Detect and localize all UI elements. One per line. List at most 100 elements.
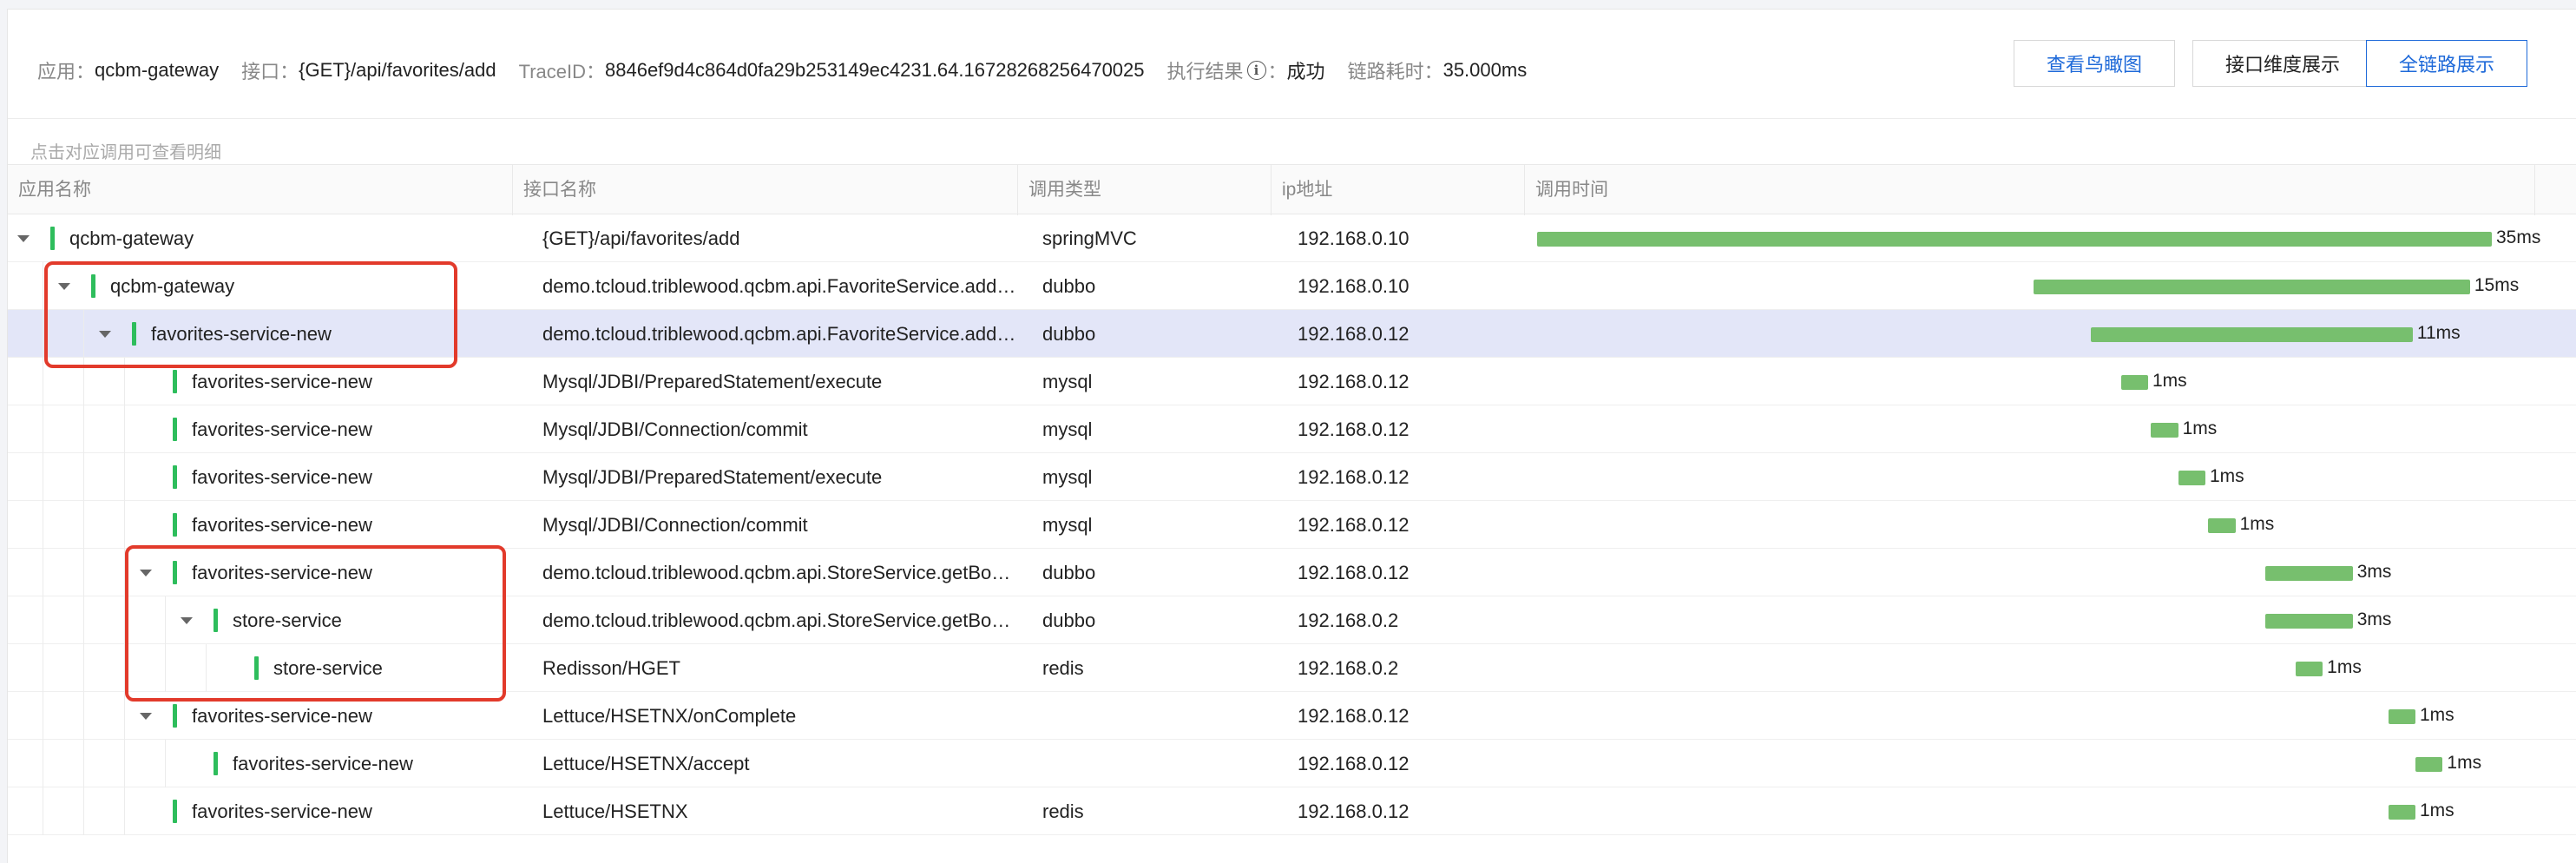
duration-label: 1ms bbox=[2447, 753, 2482, 773]
app-status-marker bbox=[173, 465, 177, 489]
table-row[interactable]: favorites-service-new Mysql/JDBI/Prepared… bbox=[8, 358, 2576, 405]
row-ip-address: 192.168.0.12 bbox=[1298, 800, 1410, 822]
tree-guide-line bbox=[124, 596, 125, 644]
table-row[interactable]: store-service Redisson/HGET redis 192.168.0… bbox=[8, 644, 2576, 692]
result-key: 执行结果 bbox=[1166, 61, 1244, 82]
table-row[interactable]: favorites-service-new Lettuce/HSETNX/acce… bbox=[8, 740, 2576, 787]
tree-guide-line bbox=[83, 453, 84, 501]
table-row[interactable]: favorites-service-new demo.tcloud.triblew… bbox=[8, 549, 2576, 596]
tree-guide-line bbox=[83, 501, 84, 549]
duration-label: 3ms bbox=[2356, 562, 2392, 582]
table-row[interactable]: favorites-service-new demo.tcloud.triblew… bbox=[8, 310, 2576, 358]
row-call-type: mysql bbox=[1042, 418, 1093, 440]
table-row[interactable]: store-service demo.tcloud.triblewood.qcbm… bbox=[8, 596, 2576, 644]
column-api: 接口名称 bbox=[513, 165, 1018, 215]
expand-caret-icon[interactable] bbox=[58, 283, 70, 290]
table-row[interactable]: favorites-service-new Mysql/JDBI/Connecti… bbox=[8, 405, 2576, 453]
duration-label: 1ms bbox=[2182, 418, 2218, 438]
row-api-name: Lettuce/HSETNX/onComplete bbox=[542, 705, 797, 727]
app-status-marker bbox=[91, 274, 95, 298]
trace-detail-panel: 应用： qcbm-gateway 接口： {GET}/api/favorites… bbox=[7, 9, 2576, 863]
traceid-value: 8846ef9d4c864d0fa29b253149ec4231.64.1672… bbox=[605, 59, 1145, 81]
interface-view-button[interactable]: 接口维度展示 bbox=[2192, 40, 2373, 87]
table-row[interactable]: favorites-service-new Mysql/JDBI/Connecti… bbox=[8, 501, 2576, 549]
duration-bar[interactable] bbox=[2208, 518, 2236, 533]
app-status-marker bbox=[173, 418, 177, 441]
duration-bar[interactable] bbox=[2151, 423, 2178, 438]
tree-guide-line bbox=[165, 644, 166, 692]
row-call-type: dubbo bbox=[1042, 562, 1096, 583]
row-ip-address: 192.168.0.10 bbox=[1298, 227, 1410, 249]
table-row[interactable]: favorites-service-new Lettuce/HSETNX/onCo… bbox=[8, 692, 2576, 740]
column-ip: ip地址 bbox=[1272, 165, 1525, 215]
row-api-name: Mysql/JDBI/PreparedStatement/execute bbox=[542, 466, 883, 488]
tree-guide-line bbox=[83, 549, 84, 596]
row-ip-address: 192.168.0.12 bbox=[1298, 371, 1410, 392]
duration-bar[interactable] bbox=[2120, 375, 2148, 390]
row-ip-address: 192.168.0.12 bbox=[1298, 466, 1410, 488]
row-call-type: redis bbox=[1042, 657, 1084, 679]
duration-bar[interactable] bbox=[2388, 709, 2415, 724]
duration-bar[interactable] bbox=[2034, 280, 2470, 294]
full-link-view-button[interactable]: 全链路展示 bbox=[2366, 40, 2527, 87]
row-app-name: favorites-service-new bbox=[192, 562, 372, 583]
row-call-type: dubbo bbox=[1042, 609, 1096, 631]
table-row[interactable]: qcbm-gateway {GET}/api/favorites/add sprin… bbox=[8, 214, 2576, 262]
row-api-name: demo.tcloud.triblewood.qcbm.api.Favorite… bbox=[542, 323, 1018, 345]
row-app-name: favorites-service-new bbox=[192, 800, 372, 822]
tree-guide-line bbox=[83, 740, 84, 787]
row-app-name: qcbm-gateway bbox=[110, 275, 235, 297]
app-status-marker bbox=[173, 561, 177, 584]
tree-guide-line bbox=[124, 740, 125, 787]
duration-label: 1ms bbox=[2152, 371, 2187, 391]
tree-guide-line bbox=[165, 740, 166, 787]
expand-caret-icon[interactable] bbox=[140, 713, 152, 720]
result-separator: ： bbox=[1267, 61, 1287, 82]
expand-caret-icon[interactable] bbox=[181, 617, 193, 624]
row-api-name: {GET}/api/favorites/add bbox=[542, 227, 740, 249]
row-call-type: dubbo bbox=[1042, 275, 1096, 297]
app-status-marker bbox=[173, 704, 177, 728]
row-app-name: favorites-service-new bbox=[192, 466, 372, 488]
duration-bar[interactable] bbox=[2265, 614, 2353, 629]
tree-guide-line bbox=[83, 787, 84, 835]
row-api-name: Mysql/JDBI/Connection/commit bbox=[542, 514, 808, 536]
expand-caret-icon[interactable] bbox=[140, 570, 152, 576]
duration-bar[interactable] bbox=[1537, 232, 2492, 247]
tree-guide-line bbox=[124, 405, 125, 453]
duration-label: 1ms bbox=[2210, 466, 2244, 486]
duration-bar[interactable] bbox=[2295, 662, 2323, 676]
table-row[interactable]: favorites-service-new Mysql/JDBI/Prepared… bbox=[8, 453, 2576, 501]
duration-bar[interactable] bbox=[2265, 566, 2353, 581]
app-key: 应用： bbox=[37, 61, 95, 82]
app-status-marker bbox=[173, 370, 177, 393]
row-api-name: demo.tcloud.triblewood.qcbm.api.StoreSer… bbox=[542, 609, 1018, 631]
duration-label: 3ms bbox=[2356, 609, 2392, 629]
table-row[interactable]: favorites-service-new Lettuce/HSETNX redis… bbox=[8, 787, 2576, 835]
row-app-name: favorites-service-new bbox=[151, 323, 332, 345]
row-ip-address: 192.168.0.2 bbox=[1298, 609, 1399, 631]
bird-view-button[interactable]: 查看鸟瞰图 bbox=[2014, 40, 2175, 87]
duration-bar[interactable] bbox=[2178, 471, 2205, 485]
duration-bar[interactable] bbox=[2091, 327, 2413, 342]
tree-guide-line bbox=[83, 644, 84, 692]
click-hint: 点击对应调用可查看明细 bbox=[30, 143, 221, 162]
row-app-name: store-service bbox=[233, 609, 342, 631]
row-api-name: demo.tcloud.triblewood.qcbm.api.Favorite… bbox=[542, 275, 1018, 297]
duration-bar[interactable] bbox=[2388, 805, 2415, 820]
info-icon[interactable]: i bbox=[1246, 61, 1266, 80]
table-body: qcbm-gateway {GET}/api/favorites/add sprin… bbox=[8, 214, 2576, 835]
duration-bar[interactable] bbox=[2415, 757, 2443, 772]
trace-summary: 应用： qcbm-gateway 接口： {GET}/api/favorites… bbox=[37, 53, 1527, 88]
tree-guide-line bbox=[206, 644, 207, 692]
duration-label: 11ms bbox=[2416, 323, 2461, 343]
app-status-marker bbox=[173, 513, 177, 537]
expand-caret-icon[interactable] bbox=[17, 235, 30, 242]
tree-guide-line bbox=[124, 358, 125, 405]
row-call-type bbox=[1042, 692, 1277, 740]
table-row[interactable]: qcbm-gateway demo.tcloud.triblewood.qcbm.… bbox=[8, 262, 2576, 310]
expand-caret-icon[interactable] bbox=[99, 331, 111, 338]
tree-guide-line bbox=[124, 453, 125, 501]
row-api-name: Lettuce/HSETNX bbox=[542, 800, 688, 822]
row-api-name: Mysql/JDBI/Connection/commit bbox=[542, 418, 808, 440]
